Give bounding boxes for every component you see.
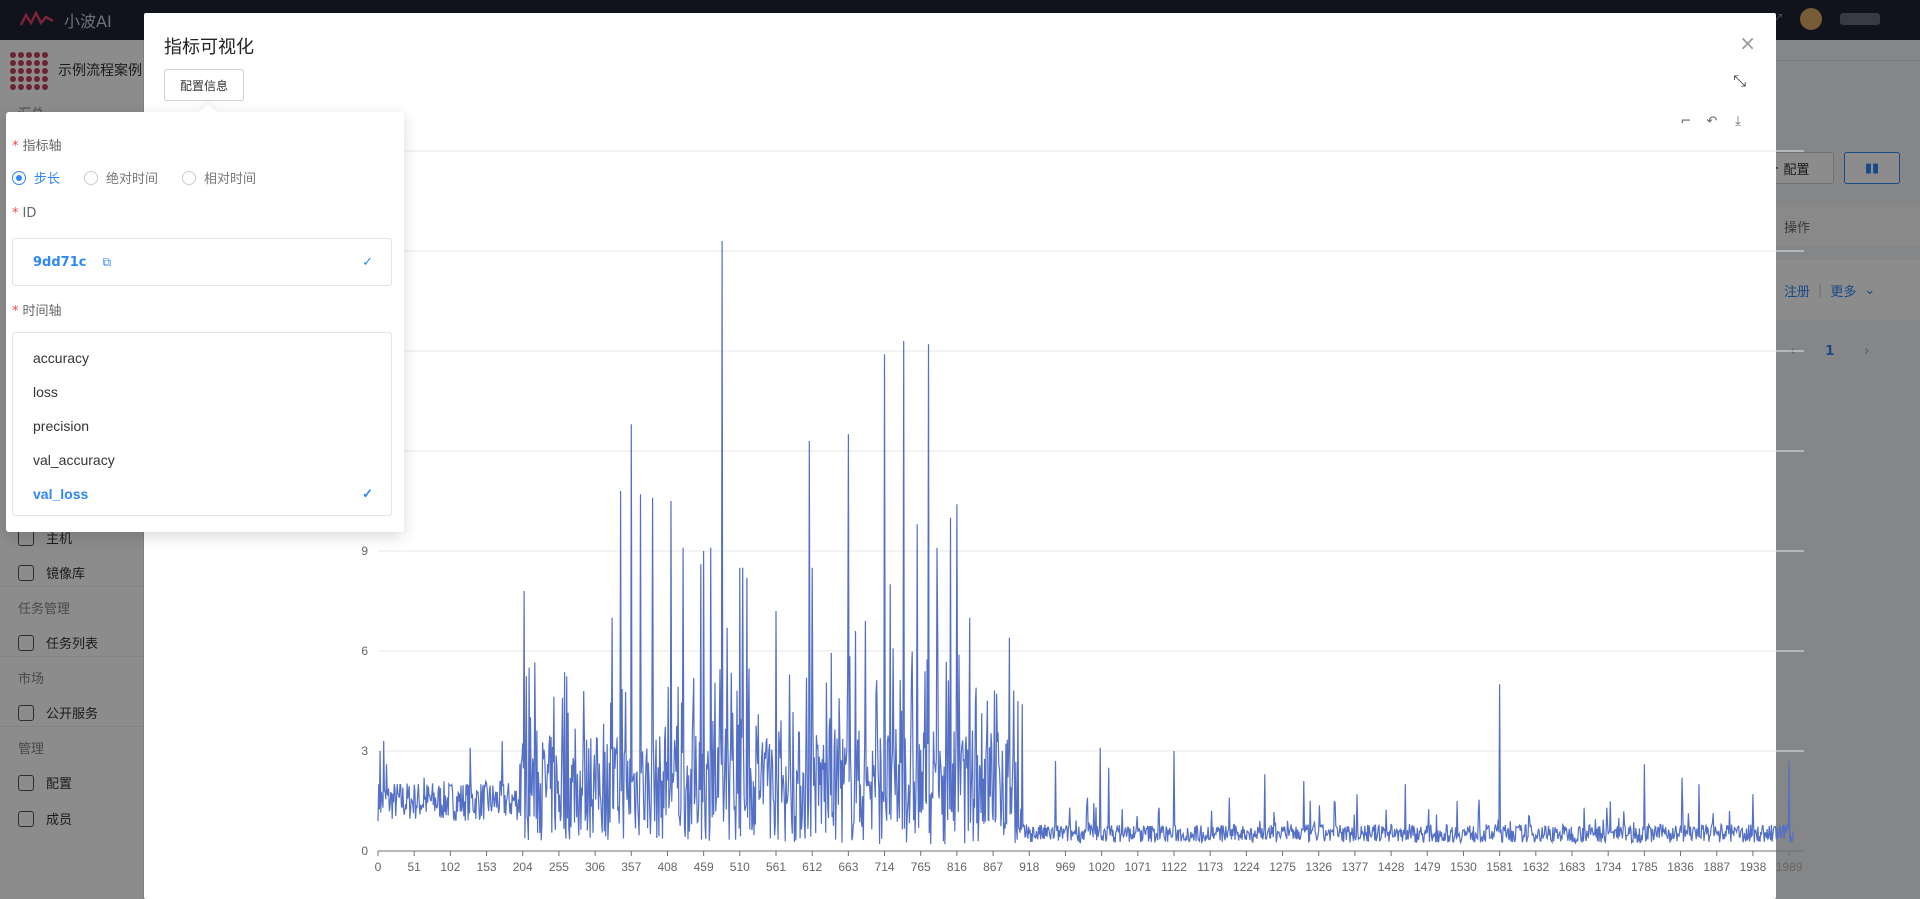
zoom-reset-icon[interactable]: ↶: [1704, 113, 1720, 129]
metric-option-accuracy[interactable]: accuracy: [13, 341, 391, 375]
x-tick-label: 1581: [1486, 860, 1513, 874]
x-tick-label: 510: [730, 860, 750, 874]
check-icon: ✓: [362, 254, 373, 270]
x-tick-label: 561: [766, 860, 786, 874]
x-tick-label: 204: [513, 860, 533, 874]
x-tick-label: 306: [585, 860, 605, 874]
radio-absolute-time[interactable]: 绝对时间: [84, 168, 158, 187]
id-label: * ID: [12, 206, 37, 221]
id-value: 9dd71c: [33, 254, 87, 270]
x-tick-label: 51: [408, 860, 422, 874]
x-tick-label: 1122: [1161, 860, 1187, 874]
x-tick-label: 1785: [1631, 860, 1658, 874]
x-tick-label: 969: [1055, 860, 1075, 874]
x-tick-label: 102: [440, 860, 460, 874]
x-tick-label: 663: [838, 860, 858, 874]
x-tick-label: 1071: [1124, 860, 1151, 874]
close-icon[interactable]: ×: [1739, 31, 1756, 55]
metric-axis-label: * 指标轴: [12, 139, 62, 154]
y-tick-label: 0: [361, 844, 368, 858]
id-label-text: ID: [22, 206, 37, 221]
x-tick-label: 1224: [1233, 860, 1260, 874]
x-tick-label: 1326: [1305, 860, 1332, 874]
x-tick-label: 1989: [1776, 860, 1803, 874]
x-tick-label: 867: [983, 860, 1003, 874]
x-tick-label: 1020: [1088, 860, 1115, 874]
radio-label: 相对时间: [204, 172, 257, 187]
x-tick-label: 1836: [1667, 860, 1694, 874]
id-select[interactable]: 9dd71c ⧉ ✓: [12, 238, 392, 286]
x-tick-label: 918: [1019, 860, 1039, 874]
x-tick-label: 408: [657, 860, 677, 874]
x-tick-label: 1734: [1595, 860, 1622, 874]
x-tick-label: 714: [875, 860, 895, 874]
metric-select-list: accuracy loss precision val_accuracy val…: [12, 332, 392, 516]
x-tick-label: 1887: [1703, 860, 1730, 874]
metric-option-label: val_loss: [33, 486, 89, 502]
x-tick-label: 459: [694, 860, 714, 874]
radio-dot: [12, 170, 26, 185]
x-tick-label: 1530: [1450, 860, 1477, 874]
x-tick-label: 153: [477, 860, 497, 874]
metric-option-val-loss[interactable]: val_loss ✓: [13, 477, 391, 511]
radio-step[interactable]: 步长: [12, 168, 60, 187]
metric-option-precision[interactable]: precision: [13, 409, 391, 443]
series-line-val-loss: [377, 240, 1794, 845]
x-tick-label: 612: [802, 860, 822, 874]
y-tick-label: 9: [361, 544, 368, 558]
radio-dot: [182, 170, 197, 185]
metric-option-val-accuracy[interactable]: val_accuracy: [13, 443, 391, 477]
time-axis-label-text: 时间轴: [22, 304, 62, 319]
x-tick-label: 1632: [1522, 860, 1549, 874]
x-tick-label: 1173: [1197, 860, 1223, 874]
radio-label: 步长: [34, 172, 61, 187]
metric-line-chart[interactable]: 0 3 6 9 0 51 102 153 204 255 306 357 408 459 510 561 612…: [344, 141, 1864, 881]
chart-toolbox: ⌐ ↶ ⤓: [1678, 113, 1746, 129]
metric-axis-label-text: 指标轴: [22, 139, 62, 154]
x-tick-label: 765: [911, 860, 931, 874]
modal-title: 指标可视化: [164, 37, 254, 58]
metric-option-loss[interactable]: loss: [13, 375, 391, 409]
radio-dot: [84, 170, 99, 185]
config-info-button[interactable]: 配置信息: [164, 69, 244, 101]
radio-label: 绝对时间: [106, 172, 159, 187]
y-tick-label: 6: [361, 644, 368, 658]
x-tick-label: 0: [375, 860, 382, 874]
time-axis-label: * 时间轴: [12, 304, 62, 319]
x-tick-label: 1275: [1269, 860, 1296, 874]
x-tick-label: 1938: [1740, 860, 1767, 874]
download-icon[interactable]: ⤓: [1730, 113, 1746, 129]
zoom-area-icon[interactable]: ⌐: [1678, 113, 1694, 129]
x-tick-label: 1479: [1414, 860, 1441, 874]
x-tick-label: 357: [621, 860, 641, 874]
x-tick-label: 1683: [1559, 860, 1586, 874]
y-tick-label: 3: [361, 744, 368, 758]
x-tick-label: 1428: [1378, 860, 1405, 874]
axis-mode-radio-group: 步长 绝对时间 相对时间: [12, 168, 256, 187]
x-tick-label: 255: [549, 860, 569, 874]
copy-icon[interactable]: ⧉: [102, 255, 111, 270]
x-tick-label: 816: [947, 860, 967, 874]
fullscreen-icon[interactable]: ⤡: [1733, 71, 1746, 91]
x-tick-label: 1377: [1342, 860, 1369, 874]
radio-relative-time[interactable]: 相对时间: [182, 168, 256, 187]
check-icon: ✓: [362, 486, 373, 501]
